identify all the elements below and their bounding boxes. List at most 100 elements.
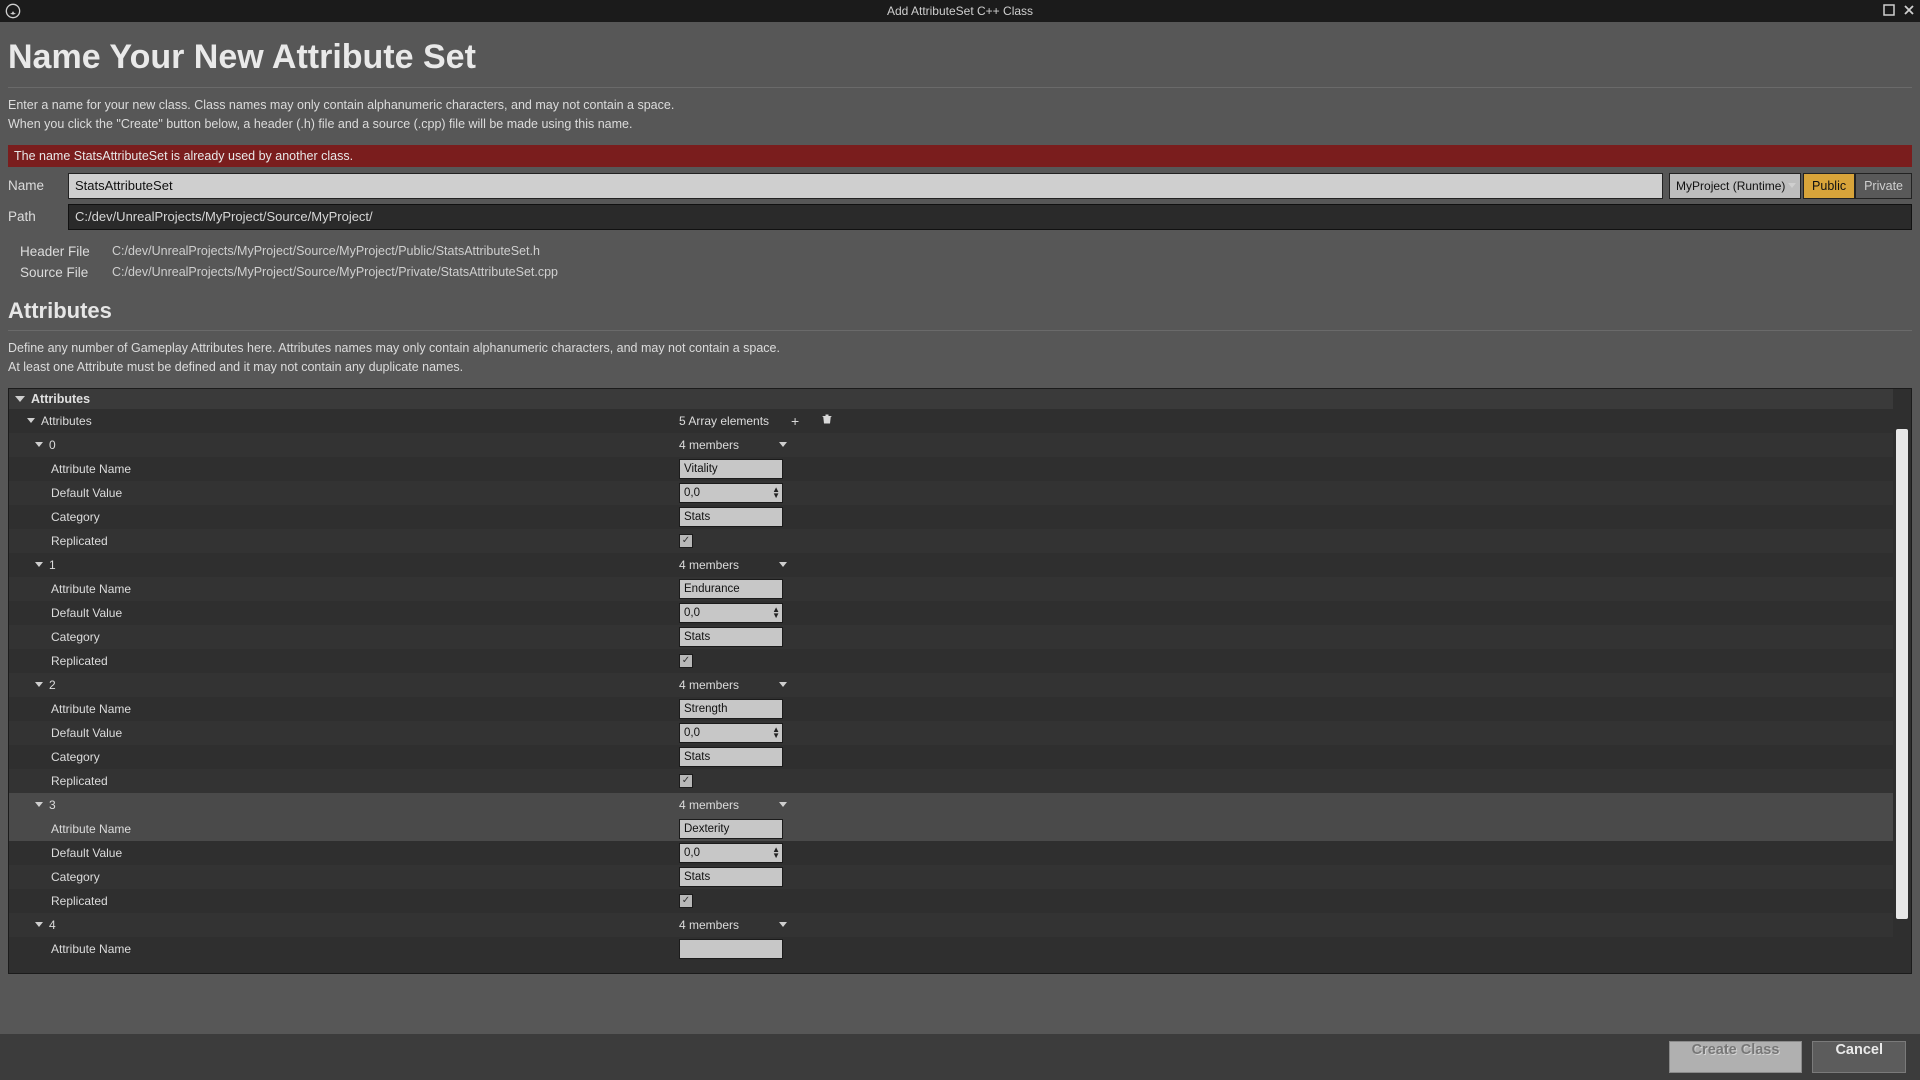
- field-label: Category: [51, 750, 100, 764]
- help-line: Define any number of Gameplay Attributes…: [8, 339, 1912, 358]
- scrollbar[interactable]: [1893, 389, 1911, 973]
- property-row: Default Value 0,0 ▲▼: [9, 481, 1893, 505]
- add-element-icon[interactable]: +: [791, 413, 799, 429]
- chevron-down-icon: [779, 802, 787, 807]
- spinbox-arrows-icon[interactable]: ▲▼: [772, 607, 780, 619]
- field-label: Default Value: [51, 606, 122, 620]
- property-row: Category: [9, 625, 1893, 649]
- category-label: Attributes: [31, 392, 90, 406]
- default-value-input[interactable]: 0,0 ▲▼: [679, 603, 783, 623]
- cancel-button[interactable]: Cancel: [1812, 1041, 1906, 1073]
- field-label: Replicated: [51, 654, 108, 668]
- struct-members-dropdown[interactable]: 4 members: [679, 798, 787, 812]
- clear-array-icon[interactable]: [821, 413, 833, 428]
- header-file-row: Header File C:/dev/UnrealProjects/MyProj…: [20, 244, 1912, 259]
- expand-arrow-icon: [15, 396, 25, 402]
- property-row: Replicated ✓: [9, 769, 1893, 793]
- path-row: Path: [8, 204, 1912, 230]
- struct-members-dropdown[interactable]: 4 members: [679, 558, 787, 572]
- spinbox-arrows-icon[interactable]: ▲▼: [772, 847, 780, 859]
- maximize-button[interactable]: [1880, 1, 1898, 19]
- create-class-button[interactable]: Create Class: [1669, 1041, 1803, 1073]
- error-banner: The name StatsAttributeSet is already us…: [8, 145, 1912, 167]
- category-input[interactable]: [679, 747, 783, 767]
- spinbox-arrows-icon[interactable]: ▲▼: [772, 487, 780, 499]
- struct-members-dropdown[interactable]: 4 members: [679, 678, 787, 692]
- header-file-label: Header File: [20, 244, 112, 259]
- scrollbar-thumb[interactable]: [1896, 429, 1908, 919]
- property-row: Attribute Name: [9, 937, 1893, 961]
- category-input[interactable]: [679, 507, 783, 527]
- replicated-checkbox[interactable]: ✓: [679, 774, 693, 788]
- members-count: 4 members: [679, 438, 739, 452]
- category-input[interactable]: [679, 627, 783, 647]
- source-file-row: Source File C:/dev/UnrealProjects/MyProj…: [20, 265, 1912, 280]
- attribute-name-input[interactable]: [679, 939, 783, 959]
- field-label: Default Value: [51, 846, 122, 860]
- field-label: Default Value: [51, 486, 122, 500]
- attribute-name-input[interactable]: [679, 819, 783, 839]
- class-name-input[interactable]: [68, 173, 1663, 199]
- property-row: Replicated✓: [9, 529, 1893, 553]
- members-count: 4 members: [679, 918, 739, 932]
- window-title: Add AttributeSet C++ Class: [0, 4, 1920, 18]
- array-index-label: 2: [49, 678, 56, 692]
- expand-arrow-icon[interactable]: [35, 802, 43, 807]
- attribute-name-input[interactable]: [679, 459, 783, 479]
- chevron-down-icon: [779, 562, 787, 567]
- field-label: Attribute Name: [51, 822, 131, 836]
- expand-arrow-icon[interactable]: [35, 442, 43, 447]
- property-row: 0 4 members: [9, 433, 1893, 457]
- replicated-checkbox[interactable]: ✓: [679, 534, 693, 548]
- default-value-input[interactable]: 0,0 ▲▼: [679, 843, 783, 863]
- expand-arrow-icon[interactable]: [35, 682, 43, 687]
- property-row: Category: [9, 745, 1893, 769]
- field-label: Replicated: [51, 774, 108, 788]
- struct-members-dropdown[interactable]: 4 members: [679, 438, 787, 452]
- struct-members-dropdown[interactable]: 4 members: [679, 918, 787, 932]
- expand-arrow-icon[interactable]: [35, 922, 43, 927]
- property-row: Category: [9, 865, 1893, 889]
- field-label: Attribute Name: [51, 702, 131, 716]
- property-row: Default Value 0,0 ▲▼: [9, 841, 1893, 865]
- array-index-label: 3: [49, 798, 56, 812]
- attributes-heading: Attributes: [8, 298, 1912, 324]
- property-row: Attribute Name: [9, 577, 1893, 601]
- attribute-name-input[interactable]: [679, 699, 783, 719]
- array-summary: 5 Array elements: [679, 414, 769, 428]
- name-row: Name MyProject (Runtime) Public Private: [8, 173, 1912, 199]
- source-file-path: C:/dev/UnrealProjects/MyProject/Source/M…: [112, 265, 558, 279]
- close-button[interactable]: [1900, 1, 1918, 19]
- chevron-down-icon: [1788, 183, 1796, 188]
- chevron-down-icon: [779, 922, 787, 927]
- field-label: Category: [51, 510, 100, 524]
- property-row: Attribute Name: [9, 457, 1893, 481]
- help-line: At least one Attribute must be defined a…: [8, 358, 1912, 377]
- spinbox-arrows-icon[interactable]: ▲▼: [772, 727, 780, 739]
- property-row: Attribute Name: [9, 697, 1893, 721]
- field-label: Attribute Name: [51, 462, 131, 476]
- field-label: Default Value: [51, 726, 122, 740]
- members-count: 4 members: [679, 678, 739, 692]
- private-toggle[interactable]: Private: [1855, 173, 1912, 199]
- value-text: 0,0: [684, 727, 700, 739]
- array-index-label: 1: [49, 558, 56, 572]
- attribute-name-input[interactable]: [679, 579, 783, 599]
- category-header[interactable]: Attributes: [9, 389, 1893, 409]
- page-heading: Name Your New Attribute Set: [8, 30, 1912, 87]
- replicated-checkbox[interactable]: ✓: [679, 894, 693, 908]
- help-line: When you click the "Create" button below…: [8, 115, 1912, 134]
- default-value-input[interactable]: 0,0 ▲▼: [679, 723, 783, 743]
- default-value-input[interactable]: 0,0 ▲▼: [679, 483, 783, 503]
- category-input[interactable]: [679, 867, 783, 887]
- name-label: Name: [8, 178, 68, 193]
- expand-arrow-icon[interactable]: [35, 562, 43, 567]
- replicated-checkbox[interactable]: ✓: [679, 654, 693, 668]
- public-toggle[interactable]: Public: [1803, 173, 1855, 199]
- attributes-help-text: Define any number of Gameplay Attributes…: [8, 339, 1912, 378]
- path-input[interactable]: [68, 204, 1912, 230]
- module-dropdown[interactable]: MyProject (Runtime): [1669, 173, 1801, 199]
- expand-arrow-icon[interactable]: [27, 418, 35, 423]
- field-label: Attribute Name: [51, 942, 131, 956]
- path-label: Path: [8, 209, 68, 224]
